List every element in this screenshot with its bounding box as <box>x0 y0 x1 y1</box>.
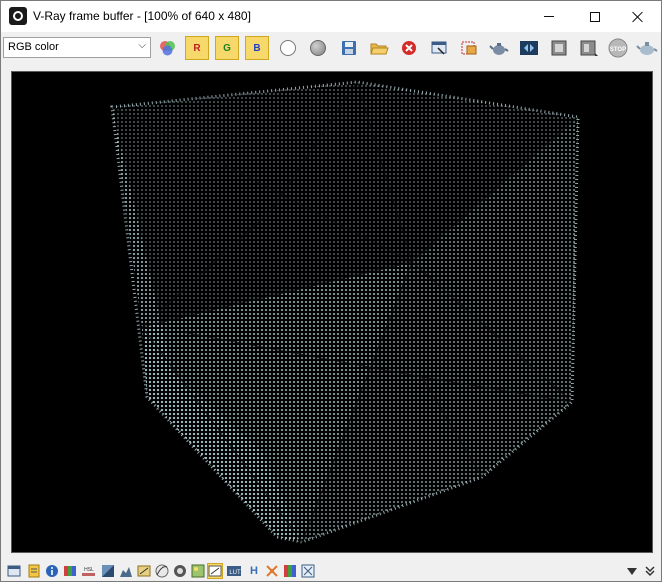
film-icon-button[interactable] <box>265 564 279 578</box>
color-correction-icon <box>64 566 76 576</box>
clear-icon <box>402 41 416 55</box>
lens-effects-icon <box>520 41 538 55</box>
scroll-down-button[interactable] <box>625 564 639 578</box>
vfb-window: V-Ray frame buffer - [100% of 640 x 480]… <box>0 0 662 582</box>
blue-channel-icon: B <box>253 42 261 54</box>
gray-circle-icon <box>310 40 326 56</box>
white-circle-icon <box>280 40 296 56</box>
region-render-icon <box>461 41 477 55</box>
app-vray-icon <box>9 7 27 25</box>
h-button[interactable]: H <box>247 564 261 578</box>
green-channel-button[interactable]: G <box>215 36 239 60</box>
svg-text:STOP: STOP <box>610 47 626 53</box>
title-bar[interactable]: V-Ray frame buffer - [100% of 640 x 480] <box>1 1 661 32</box>
background-image-button[interactable] <box>191 564 205 578</box>
lut-toggle-button[interactable] <box>207 563 223 579</box>
status-bar: HSL LUT H <box>1 561 661 581</box>
stop-button[interactable]: STOP <box>606 36 630 60</box>
levels-icon <box>137 565 151 577</box>
color-channels-icon <box>160 41 175 56</box>
toolbar: RGB color ⌵ R G B STOP <box>1 33 661 63</box>
background-image-icon <box>191 564 205 578</box>
channel-select[interactable]: RGB color ⌵ <box>3 37 151 58</box>
rendered-image <box>12 72 652 552</box>
teapot-render-icon <box>489 43 509 55</box>
render-button[interactable] <box>635 36 659 60</box>
film-icon <box>266 565 278 577</box>
minimize-button[interactable] <box>526 1 572 32</box>
curves-icon <box>155 564 169 578</box>
svg-text:HSL: HSL <box>84 567 94 573</box>
exposure-icon <box>102 565 114 577</box>
histogram-icon <box>120 567 132 577</box>
curves-button[interactable] <box>155 564 169 578</box>
info-button[interactable] <box>45 564 59 578</box>
svg-text:LUT: LUT <box>229 570 241 576</box>
lut-button[interactable]: LUT <box>227 564 241 578</box>
view-gray-button[interactable] <box>306 36 330 60</box>
stop-icon: STOP <box>608 38 628 58</box>
white-balance-button[interactable] <box>173 564 187 578</box>
chevron-down-icon: ⌵ <box>138 40 146 51</box>
expand-button[interactable] <box>643 564 657 578</box>
layers-icon <box>28 564 40 578</box>
compare-icon <box>580 40 598 56</box>
history-icon <box>551 40 567 56</box>
view-white-button[interactable] <box>276 36 300 60</box>
render-teapot-icon <box>636 42 658 55</box>
copy-to-window-icon <box>431 41 447 55</box>
triangle-down-icon <box>627 568 637 575</box>
open-button[interactable] <box>367 36 391 60</box>
blue-channel-button[interactable]: B <box>245 36 269 60</box>
info-icon <box>46 565 58 577</box>
green-channel-icon: G <box>223 42 231 54</box>
hsl-icon: HSL <box>82 567 95 576</box>
exposure-button[interactable] <box>101 564 115 578</box>
minimize-icon <box>544 16 554 17</box>
window-title: V-Ray frame buffer - [100% of 640 x 480] <box>33 9 251 23</box>
layers-button[interactable] <box>27 564 41 578</box>
teapot-render-button[interactable] <box>487 36 511 60</box>
window-icon <box>7 565 21 577</box>
clear-button[interactable] <box>397 36 421 60</box>
save-icon <box>342 41 356 55</box>
red-channel-button[interactable]: R <box>185 36 209 60</box>
lens-icon <box>284 565 296 577</box>
ocio-icon <box>301 564 315 578</box>
maximize-button[interactable] <box>572 1 618 32</box>
open-icon <box>370 43 389 55</box>
double-chevron-down-icon <box>645 566 655 577</box>
color-correction-button[interactable] <box>63 564 77 578</box>
h-icon: H <box>250 565 258 577</box>
levels-button[interactable] <box>137 564 151 578</box>
channel-select-value: RGB color <box>8 41 59 53</box>
white-balance-icon <box>174 565 186 577</box>
compare-button[interactable] <box>577 36 601 60</box>
render-viewport[interactable] <box>11 71 653 553</box>
copy-to-window-button[interactable] <box>427 36 451 60</box>
ocio-button[interactable] <box>301 564 315 578</box>
maximize-icon <box>590 11 600 22</box>
region-render-button[interactable] <box>457 36 481 60</box>
red-channel-icon: R <box>193 42 201 54</box>
hsl-button[interactable]: HSL <box>81 564 95 578</box>
color-channels-button[interactable] <box>155 36 179 60</box>
lens-effects-button[interactable] <box>517 36 541 60</box>
close-icon <box>632 11 644 23</box>
close-button[interactable] <box>615 1 661 32</box>
show-history-button[interactable] <box>7 564 21 578</box>
lens-button[interactable] <box>283 564 297 578</box>
history-button[interactable] <box>547 36 571 60</box>
histogram-button[interactable] <box>119 564 133 578</box>
save-button[interactable] <box>337 36 361 60</box>
lut-toggle-icon <box>208 565 222 577</box>
lut-icon: LUT <box>227 566 241 576</box>
